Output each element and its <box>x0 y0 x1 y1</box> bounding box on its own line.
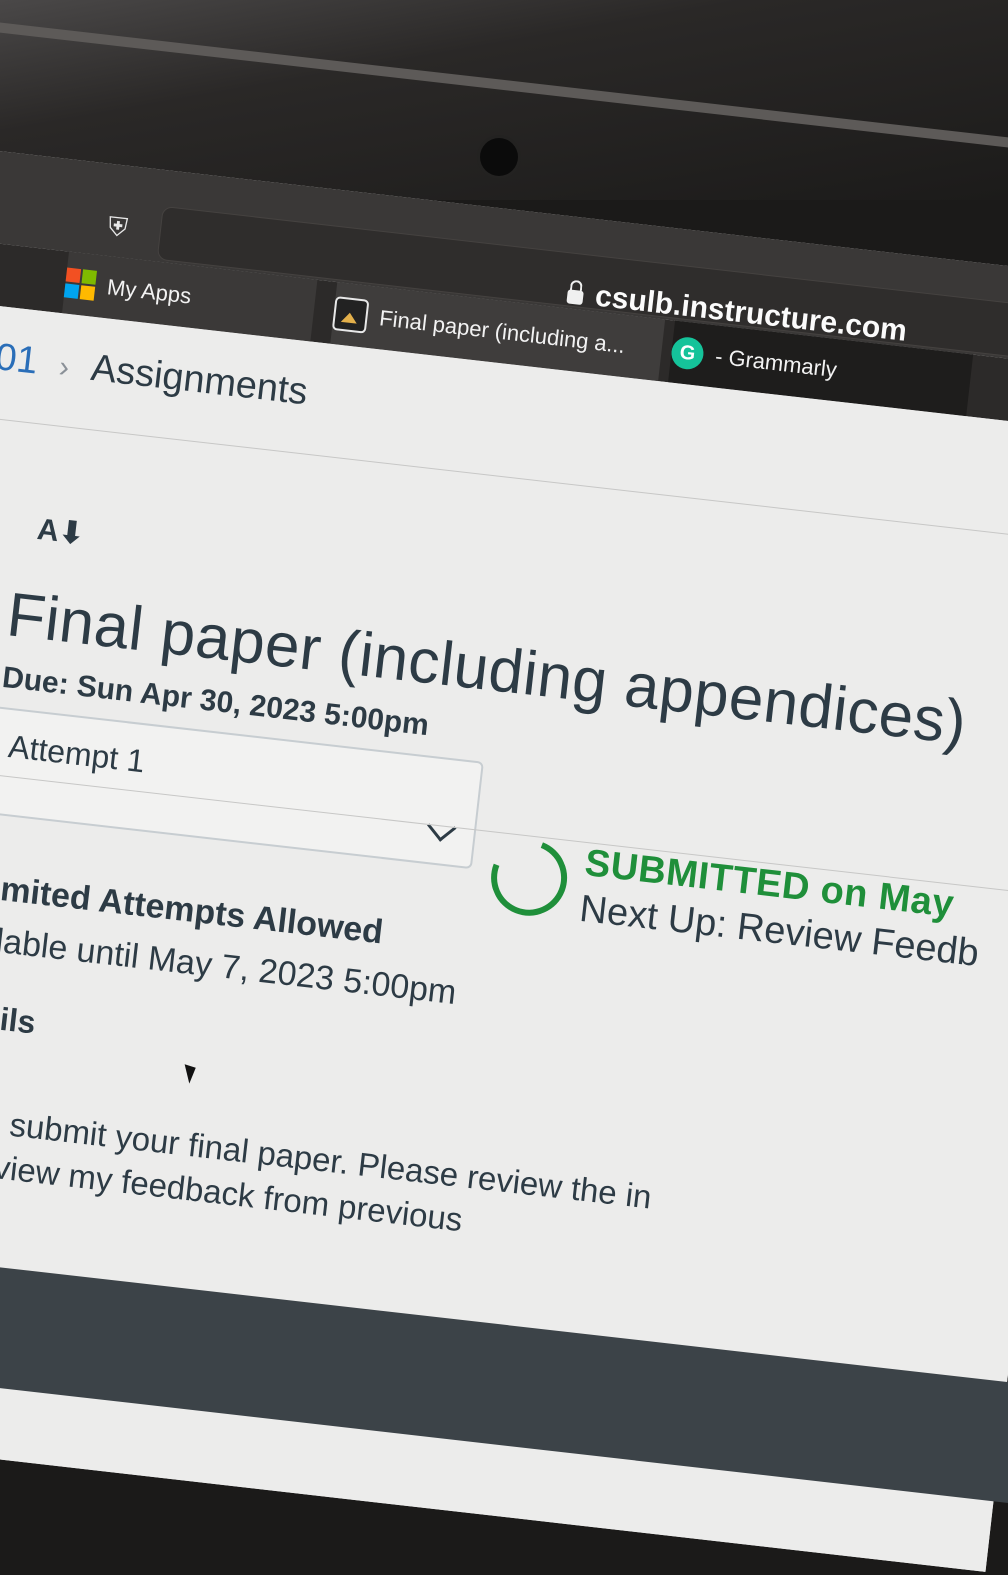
attempt-selected-value: Attempt 1 <box>6 728 147 780</box>
lock-icon <box>566 289 584 306</box>
breadcrumb: c01 › Assignments <box>0 334 310 414</box>
microsoft-logo-icon <box>63 267 98 301</box>
submission-status-icon <box>479 827 580 928</box>
tab-label: My Apps <box>105 274 193 309</box>
bottom-toolbar: ⤓ <box>0 1249 1008 1505</box>
shield-icon[interactable]: ⛨ <box>106 211 134 243</box>
tab-label: - Grammarly <box>713 343 839 383</box>
details-toggle[interactable]: Details <box>0 990 37 1042</box>
tab-label: Final paper (including a... <box>378 305 627 359</box>
canvas-logo-icon <box>331 296 370 334</box>
breadcrumb-separator-icon: › <box>57 350 71 385</box>
breadcrumb-current: Assignments <box>88 346 310 414</box>
grammarly-logo-icon: G <box>669 335 706 371</box>
breadcrumb-course-link[interactable]: c01 <box>0 334 40 384</box>
assignment-description: Please submit your final paper. Please r… <box>0 1090 877 1288</box>
divider <box>0 414 1008 546</box>
webcam <box>480 138 518 176</box>
assignment-type-icon: A⬇ <box>35 512 86 551</box>
mouse-cursor-icon <box>184 1061 200 1084</box>
canvas-page: c01 › Assignments A⬇ Final paper (includ… <box>0 303 1008 1572</box>
browser-screen: ⛨ csulb.instructure.com My Apps Final pa… <box>0 150 1008 1572</box>
details-label: Details <box>0 992 38 1041</box>
